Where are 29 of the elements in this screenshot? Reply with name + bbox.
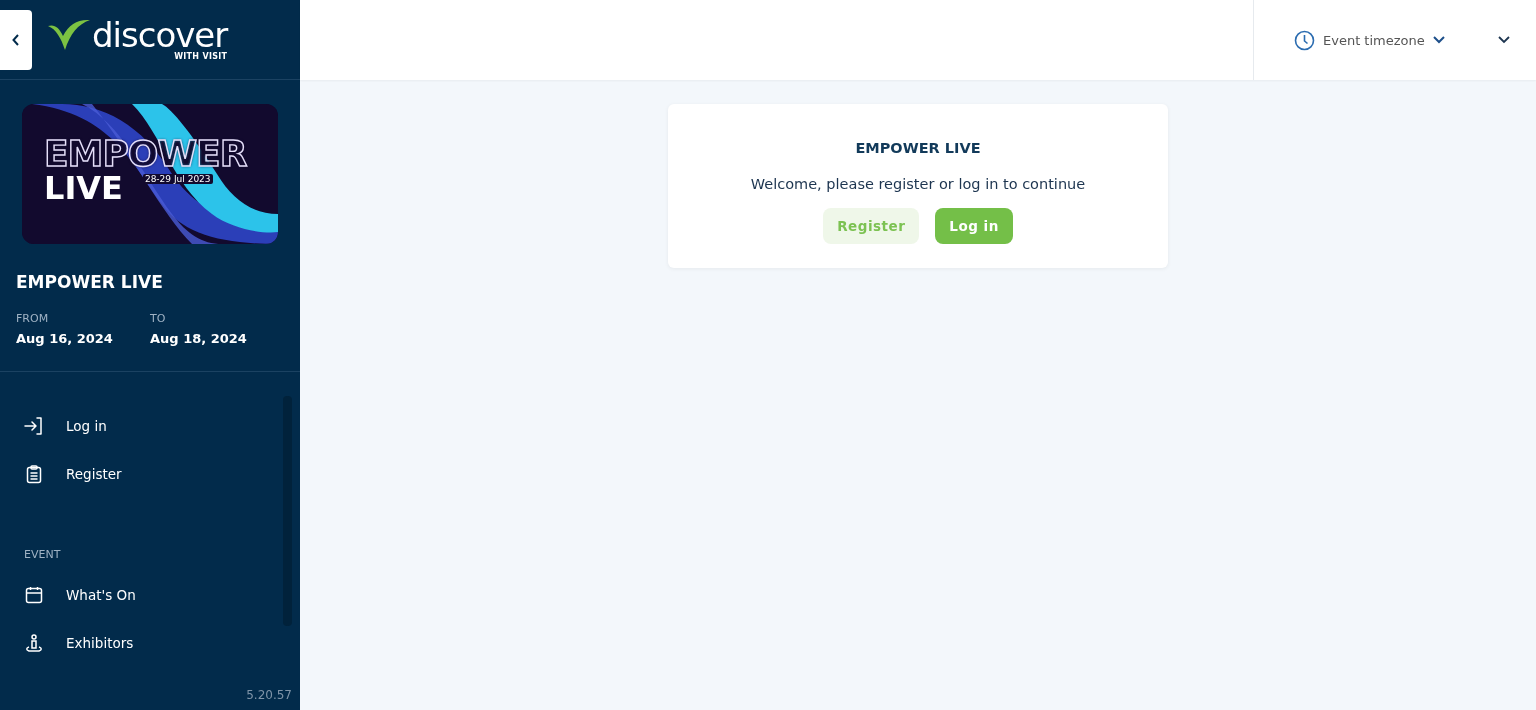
card-title: EMPOWER LIVE bbox=[855, 140, 981, 156]
nav-item[interactable]: Exhibitors bbox=[0, 619, 283, 667]
timezone-dropdown[interactable]: Event timezone bbox=[1294, 29, 1445, 51]
version-label: 5.20.57 bbox=[245, 688, 293, 704]
from-label: FROM bbox=[16, 312, 50, 325]
section-heading: EVENT bbox=[24, 548, 62, 561]
calendar-icon bbox=[24, 586, 44, 604]
from-date: Aug 16, 2024 bbox=[16, 331, 114, 346]
chevron-left-icon bbox=[12, 33, 20, 46]
person-pin-icon bbox=[24, 633, 44, 653]
login-icon bbox=[24, 417, 44, 435]
collapse-button[interactable] bbox=[0, 9, 32, 70]
banner-subtitle: LIVE bbox=[44, 172, 123, 204]
event-title: EMPOWER LIVE bbox=[16, 272, 164, 292]
menu-dropdown-button[interactable] bbox=[1498, 36, 1510, 44]
nav-item[interactable]: Log in bbox=[0, 402, 283, 450]
to-label: TO bbox=[150, 312, 167, 325]
banner-dates: 28-29 Jul 2023 bbox=[142, 174, 213, 184]
nav-item[interactable]: Register bbox=[0, 450, 283, 498]
checkmark-logo-icon bbox=[48, 18, 90, 52]
clipboard-icon bbox=[24, 464, 44, 484]
to-date: Aug 18, 2024 bbox=[150, 331, 248, 346]
chevron-down-icon bbox=[1498, 36, 1510, 44]
logo-tagline: WITH VISIT bbox=[174, 52, 228, 61]
welcome-message: Welcome, please register or log in to continue bbox=[750, 176, 1086, 192]
logo-wordmark: discover bbox=[92, 18, 228, 52]
nav-item[interactable]: What's On bbox=[0, 571, 283, 619]
chevron-down-icon bbox=[1432, 36, 1445, 44]
clock-icon bbox=[1294, 29, 1315, 51]
